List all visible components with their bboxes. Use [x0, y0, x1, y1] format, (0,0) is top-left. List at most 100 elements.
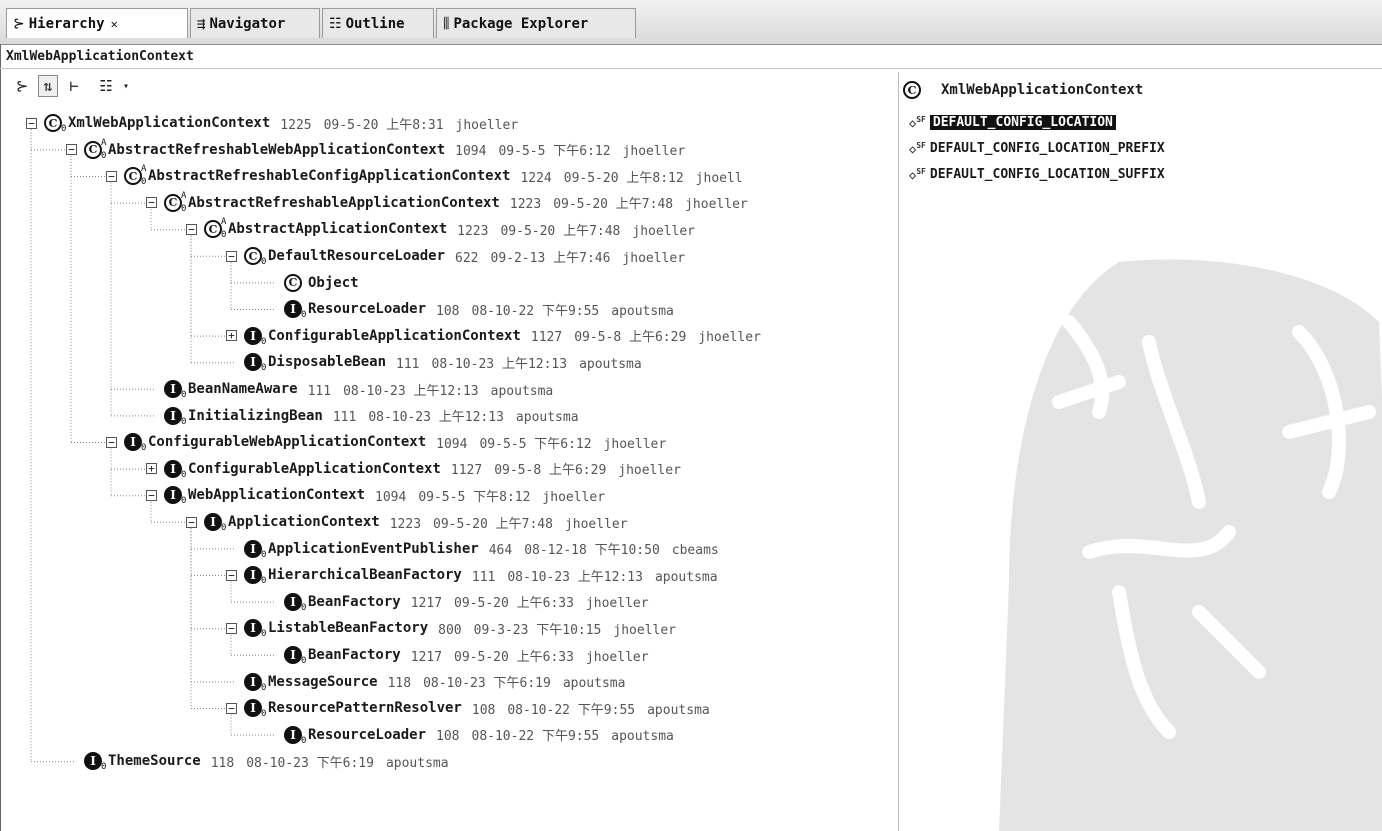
tree-row[interactable]: I 0 ResourceLoader 108 08-10-22 下午9:55 apouts… — [266, 296, 686, 322]
collapse-icon[interactable]: − — [106, 436, 117, 448]
type-name: ResourcePatternResolver — [268, 700, 462, 717]
revision-info: 1225 09-5-20 上午8:31 jhoeller — [280, 114, 530, 133]
revision-info: 111 08-10-23 上午12:13 apoutsma — [396, 353, 654, 372]
collapse-icon[interactable]: − — [66, 144, 77, 156]
layout-menu-icon[interactable]: ☷ — [96, 75, 116, 97]
revision-date: 08-10-23 上午12:13 — [507, 569, 643, 585]
subtype-hierarchy-icon[interactable]: ⊢ — [64, 75, 84, 97]
tree-row[interactable]: − I 0 ResourcePatternResolver 108 08-10-22 下午… — [226, 695, 722, 721]
members-type-name: XmlWebApplicationContext — [941, 82, 1144, 98]
tree-row[interactable]: C Object — [266, 270, 405, 296]
tree-row[interactable]: I 0 BeanFactory 1217 09-5-20 上午6:33 jhoeller — [266, 642, 661, 668]
revision-date: 09-2-13 上午7:46 — [490, 250, 611, 266]
revision-info: 1127 09-5-8 上午6:29 jhoeller — [451, 459, 693, 478]
revision-date: 08-10-23 上午12:13 — [431, 356, 568, 372]
tree-row[interactable]: I 0 MessageSource 118 08-10-23 下午6:19 apoutsm… — [226, 669, 637, 695]
tree-row[interactable]: − C A 0 AbstractRefreshableConfigApplication… — [106, 163, 755, 189]
tree-row[interactable]: − C A 0 AbstractApplicationContext 1223 09-5-2… — [186, 216, 707, 242]
revision-author: jhoeller — [698, 330, 761, 346]
type-name: ConfigurableApplicationContext — [268, 327, 521, 344]
tree-row[interactable]: + I 0 ConfigurableApplicationContext 1127 09-… — [146, 456, 693, 482]
tree-row[interactable]: − I 0 ConfigurableWebApplicationContext 1094… — [106, 429, 678, 455]
revision-date: 09-5-20 上午6:33 — [454, 649, 574, 665]
interface-icon: I0 — [244, 564, 266, 586]
collapse-icon[interactable]: − — [26, 117, 37, 129]
revision-author: jhoeller — [685, 197, 748, 213]
revision-number: 111 — [396, 356, 420, 372]
revision-info: 1094 09-5-5 下午6:12 jhoeller — [436, 433, 678, 452]
revision-number: 1224 — [520, 170, 552, 186]
revision-number: 464 — [488, 543, 513, 559]
tree-row[interactable]: I 0 DisposableBean 111 08-10-23 上午12:13 apout… — [226, 349, 654, 375]
tab-outline[interactable]: ☷ Outline — [322, 8, 434, 38]
collapse-icon[interactable]: − — [186, 223, 197, 235]
tree-row[interactable]: − C 0 DefaultResourceLoader 622 09-2-13 上午7:4… — [226, 243, 697, 269]
tab-label: Outline — [345, 15, 405, 32]
type-name: MessageSource — [268, 673, 378, 690]
revision-info: 111 08-10-23 上午12:13 apoutsma — [472, 566, 730, 585]
tree-row[interactable]: − I 0 WebApplicationContext 1094 09-5-5 下午8:1… — [146, 482, 617, 508]
field-item[interactable]: ◇SF DEFAULT_CONFIG_LOCATION_SUFFIX — [909, 162, 1165, 186]
type-name: WebApplicationContext — [188, 487, 366, 504]
supertype-hierarchy-icon[interactable]: ⇅ — [38, 75, 58, 97]
tree-row[interactable]: I 0 InitializingBean 111 08-10-23 上午12:13 apo… — [146, 403, 591, 429]
collapse-icon[interactable]: − — [146, 489, 157, 501]
tree-row[interactable]: + I 0 ConfigurableApplicationContext 1127 09-… — [226, 323, 773, 349]
revision-number: 1094 — [375, 489, 407, 505]
type-name: ConfigurableWebApplicationContext — [148, 434, 427, 451]
type-hierarchy-tree: − C 0 XmlWebApplicationContext 1225 09-5-20 上… — [0, 106, 898, 831]
interface-icon: I0 — [244, 671, 266, 693]
tree-row[interactable]: I 0 ThemeSource 118 08-10-23 下午6:19 apoutsma — [66, 748, 461, 774]
tree-row[interactable]: − I 0 HierarchicalBeanFactory 111 08-10-23 上午… — [226, 562, 730, 588]
collapse-icon[interactable]: − — [226, 569, 237, 581]
revision-info: 118 08-10-23 下午6:19 apoutsma — [388, 672, 638, 691]
tab-hierarchy[interactable]: ⊱ Hierarchy ✕ — [6, 8, 188, 38]
revision-author: jhoeller — [622, 250, 686, 266]
tree-row[interactable]: I 0 BeanNameAware 111 08-10-23 上午12:13 apouts… — [146, 376, 565, 402]
tab-label: Navigator — [209, 15, 286, 32]
revision-info: 1094 09-5-5 下午8:12 jhoeller — [375, 486, 617, 505]
revision-info — [369, 275, 405, 290]
collapse-icon[interactable]: − — [106, 170, 117, 182]
expand-icon[interactable]: + — [226, 330, 237, 342]
tree-row[interactable]: − I 0 ListableBeanFactory 800 09-3-23 下午10:15… — [226, 615, 688, 641]
collapse-icon[interactable]: − — [226, 622, 237, 634]
revision-date: 09-5-5 下午6:12 — [498, 144, 611, 160]
revision-number: 118 — [387, 676, 412, 692]
view-menu-dropdown-icon[interactable]: ▾ — [118, 75, 134, 97]
collapse-icon[interactable]: − — [226, 702, 237, 714]
tree-row[interactable]: I 0 ApplicationEventPublisher 464 08-12-18 下… — [226, 536, 731, 562]
revision-author: jhoeller — [542, 489, 606, 505]
tab-navigator[interactable]: ⇶ Navigator — [190, 8, 320, 38]
tab-package-explorer[interactable]: ⫼ Package Explorer — [436, 8, 636, 38]
type-name: DisposableBean — [268, 354, 387, 371]
collapse-icon[interactable]: − — [226, 250, 237, 262]
close-icon[interactable]: ✕ — [111, 17, 118, 31]
type-name: ResourceLoader — [308, 726, 427, 743]
field-item[interactable]: ◇SF DEFAULT_CONFIG_LOCATION — [909, 110, 1116, 134]
interface-icon: I0 — [244, 617, 266, 639]
type-hierarchy-icon[interactable]: ⊱ — [12, 75, 32, 97]
revision-date: 09-5-8 上午6:29 — [494, 463, 607, 479]
tree-row[interactable]: − C A 0 AbstractRefreshableWebApplicationCon… — [66, 137, 697, 163]
type-name: BeanFactory — [308, 647, 401, 663]
tree-row[interactable]: I 0 BeanFactory 1217 09-5-20 上午6:33 jhoeller — [266, 589, 661, 615]
collapse-icon[interactable]: − — [186, 516, 197, 528]
revision-author: apoutsma — [647, 702, 710, 718]
revision-author: jhoeller — [603, 436, 667, 452]
tree-row[interactable]: − C 0 XmlWebApplicationContext 1225 09-5-20 上… — [26, 110, 530, 136]
type-name: InitializingBean — [188, 407, 323, 424]
tree-row[interactable]: I 0 ResourceLoader 108 08-10-22 下午9:55 apouts… — [266, 722, 686, 748]
revision-info: 622 09-2-13 上午7:46 jhoeller — [455, 247, 697, 266]
tree-row[interactable]: − I 0 ApplicationContext 1223 09-5-20 上午7:48 j… — [186, 509, 640, 535]
tree-row[interactable]: − C A 0 AbstractRefreshableApplicationContex… — [146, 190, 760, 216]
type-name: BeanFactory — [308, 593, 401, 610]
interface-icon: I0 — [164, 378, 186, 400]
revision-number: 1217 — [410, 649, 443, 665]
field-item[interactable]: ◇SF DEFAULT_CONFIG_LOCATION_PREFIX — [909, 136, 1165, 160]
collapse-icon[interactable]: − — [146, 197, 157, 209]
expand-icon[interactable]: + — [146, 463, 157, 475]
revision-date: 08-10-22 下午9:55 — [471, 303, 600, 319]
hierarchy-icon: ⊱ — [13, 15, 25, 32]
interface-icon: I0 — [284, 298, 306, 320]
